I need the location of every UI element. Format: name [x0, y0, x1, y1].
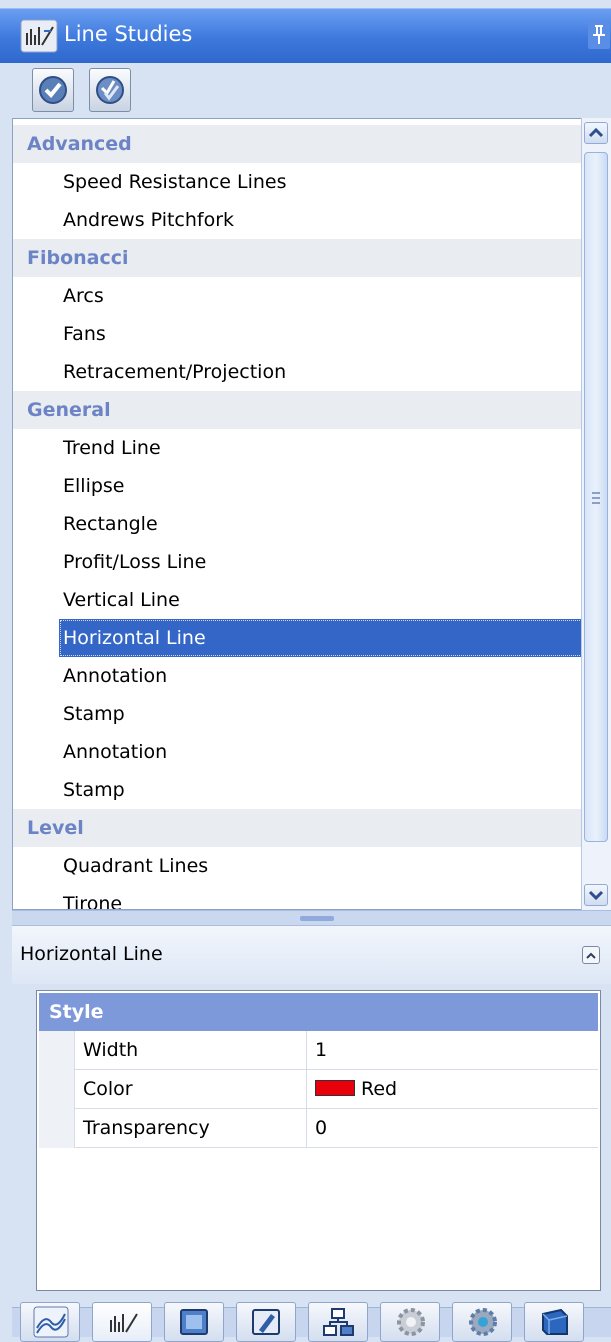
list-item[interactable]: Stamp [59, 695, 583, 733]
list-item[interactable]: Ellipse [59, 467, 583, 505]
edit-window-icon [252, 1309, 280, 1335]
check-all-button[interactable] [89, 68, 131, 112]
panel-title: Line Studies [64, 22, 193, 46]
list-item[interactable]: Profit/Loss Line [59, 543, 583, 581]
tab-cube[interactable] [524, 1302, 584, 1342]
color-value: Red [361, 1078, 398, 1100]
tab-indicators[interactable] [20, 1302, 80, 1342]
row-gutter [39, 1109, 75, 1148]
list-item[interactable]: Quadrant Lines [59, 847, 583, 885]
tab-hierarchy[interactable] [308, 1302, 368, 1342]
chevron-up-icon [588, 127, 604, 138]
row-gutter [39, 1070, 75, 1109]
row-gutter [39, 1031, 75, 1070]
list-item[interactable]: Annotation [59, 733, 583, 771]
tab-color-settings[interactable] [452, 1302, 512, 1342]
check-all-icon [96, 76, 124, 104]
property-row-width[interactable]: Width 1 [39, 1031, 598, 1070]
list-scrollbar[interactable] [581, 118, 611, 910]
pin-icon[interactable] [588, 21, 610, 49]
list-item[interactable]: Trend Line [59, 429, 583, 467]
property-name: Transparency [83, 1109, 307, 1148]
line-studies-icon [110, 1313, 138, 1333]
list-item[interactable]: Retracement/Projection [59, 353, 583, 391]
list-item[interactable]: Arcs [59, 277, 583, 315]
group-header-level[interactable]: Level [13, 809, 583, 847]
wave-lines-icon [33, 1306, 69, 1338]
check-selected-button[interactable] [32, 68, 74, 112]
group-header-general[interactable]: General [13, 391, 583, 429]
properties-header: Horizontal Line [12, 926, 611, 984]
list-item[interactable]: Stamp [59, 771, 583, 809]
scroll-thumb[interactable] [584, 152, 608, 842]
gear-icon [397, 1308, 425, 1336]
grip-icon [592, 492, 600, 504]
property-value[interactable]: 1 [315, 1031, 595, 1070]
panel-splitter[interactable] [12, 910, 611, 926]
list-item-selected[interactable]: Horizontal Line [59, 619, 583, 657]
property-grid: Style Width 1 Color Red Transparency 0 [36, 990, 601, 1291]
property-name: Color [83, 1070, 307, 1109]
tab-settings[interactable] [380, 1302, 440, 1342]
property-row-transparency[interactable]: Transparency 0 [39, 1109, 598, 1148]
group-header-advanced[interactable]: Advanced [13, 125, 583, 163]
list-item[interactable]: Speed Resistance Lines [59, 163, 583, 201]
toolbar [12, 63, 611, 118]
collapse-button[interactable] [582, 946, 600, 964]
list-item[interactable]: Fans [59, 315, 583, 353]
color-swatch [315, 1080, 355, 1096]
list-item[interactable]: Tirone [59, 885, 583, 909]
scroll-up-button[interactable] [584, 122, 608, 144]
list-item[interactable]: Vertical Line [59, 581, 583, 619]
group-header-fibonacci[interactable]: Fibonacci [13, 239, 583, 277]
property-category[interactable]: Style [39, 993, 598, 1031]
check-circle-icon [39, 76, 67, 104]
hierarchy-icon [323, 1308, 354, 1336]
scroll-down-button[interactable] [584, 884, 608, 906]
tab-edit[interactable] [236, 1302, 296, 1342]
properties-panel: Horizontal Line Style Width 1 Color Red … [12, 926, 611, 1307]
window-icon [180, 1309, 208, 1335]
panel-titlebar: Line Studies [0, 8, 611, 63]
properties-title: Horizontal Line [20, 943, 163, 965]
color-gear-icon [469, 1308, 497, 1336]
property-value-color[interactable]: Red [315, 1070, 595, 1109]
splitter-grip-icon [300, 916, 334, 921]
chevron-down-icon [588, 890, 604, 901]
property-row-color[interactable]: Color Red [39, 1070, 598, 1109]
list-item[interactable]: Rectangle [59, 505, 583, 543]
cube-icon [542, 1308, 568, 1335]
list-item[interactable]: Annotation [59, 657, 583, 695]
property-name: Width [83, 1031, 307, 1070]
bottom-tab-bar [12, 1302, 611, 1342]
tab-line-studies[interactable] [92, 1302, 152, 1342]
property-value[interactable]: 0 [315, 1109, 595, 1148]
line-studies-list: Advanced Speed Resistance Lines Andrews … [12, 118, 611, 910]
chevron-up-icon [586, 952, 596, 959]
tab-windows[interactable] [164, 1302, 224, 1342]
list-item[interactable]: Andrews Pitchfork [59, 201, 583, 239]
line-studies-icon [20, 19, 58, 53]
